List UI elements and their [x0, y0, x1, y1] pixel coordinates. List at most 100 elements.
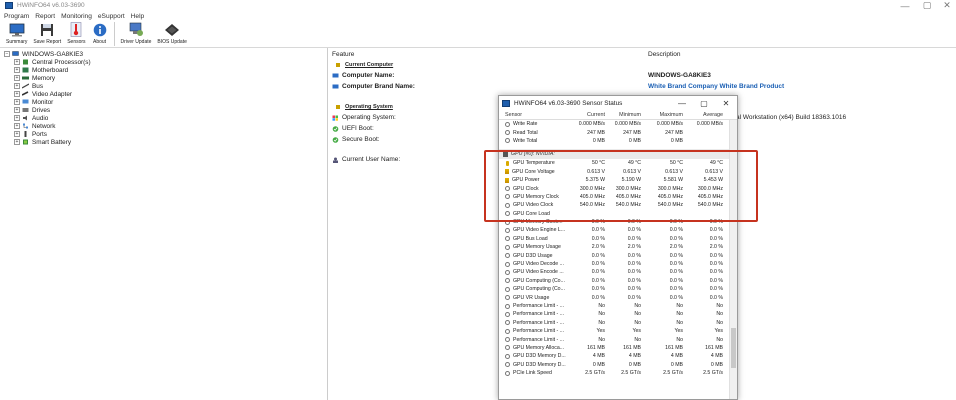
computer-name-row[interactable]: Computer Name:	[332, 72, 394, 79]
tree-item-drives[interactable]: + Drives	[14, 106, 327, 114]
sensor-row[interactable]: Performance Limit - ... Yes Yes Yes Yes	[499, 327, 737, 335]
sensor-row[interactable]: PCIe Link Speed 2.5 GT/s 2.5 GT/s 2.5 GT/s 2…	[499, 369, 737, 377]
sensor-label: GPU VR Usage	[513, 294, 550, 301]
computer-brand-value: White Brand Company White Brand Product	[648, 83, 785, 90]
sensor-row[interactable]: Write Total 0 MB 0 MB 0 MB	[499, 137, 737, 145]
tree-item-network[interactable]: + Network	[14, 122, 327, 130]
sensor-row[interactable]: GPU Computing (Co... 0.0 % 0.0 % 0.0 % 0.0 %	[499, 285, 737, 293]
sensor-label: Write Rate	[513, 121, 538, 128]
sensor-maximum: No	[676, 311, 683, 318]
expand-icon[interactable]: +	[14, 139, 20, 145]
sensor-row[interactable]: GPU D3D Usage 0.0 % 0.0 % 0.0 % 0.0 %	[499, 251, 737, 259]
sensor-row[interactable]: Performance Limit - ... No No No No	[499, 302, 737, 310]
expand-icon[interactable]: +	[14, 115, 20, 121]
sensor-row[interactable]: GPU D3D Memory D... 4 MB 4 MB 4 MB 4 MB	[499, 352, 737, 360]
column-header-sensor[interactable]: Sensor	[499, 112, 569, 118]
operating-system-section: Operating System	[335, 104, 393, 110]
minimize-button[interactable]: —	[894, 0, 916, 11]
expand-icon[interactable]: +	[14, 107, 20, 113]
tree-item-ports[interactable]: + Ports	[14, 130, 327, 138]
current-user-row[interactable]: Current User Name:	[332, 156, 400, 163]
check-icon	[332, 136, 339, 143]
expand-icon[interactable]: +	[14, 91, 20, 97]
sensor-average: 0.000 MB/s	[696, 121, 723, 128]
computer-brand-row[interactable]: Computer Brand Name:	[332, 83, 415, 90]
tree-item-video-adapter[interactable]: + Video Adapter	[14, 90, 327, 98]
sensor-row[interactable]: GPU D3D Memory D... 0 MB 0 MB 0 MB 0 MB	[499, 361, 737, 369]
menu-help[interactable]: Help	[131, 13, 145, 20]
tree-item-motherboard[interactable]: + Motherboard	[14, 66, 327, 74]
tree-item-audio[interactable]: + Audio	[14, 114, 327, 122]
column-header-current[interactable]: Current	[569, 112, 605, 118]
sensor-row[interactable]: GPU Video Engine L... 0.0 % 0.0 % 0.0 % 0.0 …	[499, 226, 737, 234]
sensors-button[interactable]: Sensors	[64, 21, 88, 45]
column-header-minimum[interactable]: Minimum	[605, 112, 641, 118]
column-header-average[interactable]: Average	[683, 112, 723, 118]
menu-esupport[interactable]: eSupport	[98, 13, 125, 20]
description-column-header[interactable]: Description	[648, 51, 681, 58]
sensor-maximum: 161 MB	[665, 344, 683, 351]
menu-program[interactable]: Program	[4, 13, 29, 20]
sensor-row[interactable]: Performance Limit - ... No No No No	[499, 335, 737, 343]
sensor-name: Performance Limit - ...	[499, 328, 569, 334]
dialog-minimize-button[interactable]: —	[671, 96, 693, 110]
monitor-icon	[9, 22, 25, 37]
tree-item-monitor[interactable]: + Monitor	[14, 98, 327, 106]
expand-icon[interactable]: +	[14, 75, 20, 81]
expand-icon[interactable]: +	[14, 123, 20, 129]
feature-column-header[interactable]: Feature	[332, 51, 354, 58]
sensor-current: 0.0 %	[591, 235, 605, 242]
sensor-row[interactable]: GPU Computing (Co... 0.0 % 0.0 % 0.0 % 0.0 %	[499, 277, 737, 285]
expand-icon[interactable]: +	[14, 83, 20, 89]
gauge-icon	[505, 286, 510, 292]
sensor-row[interactable]: GPU Video Decode ... 0.0 % 0.0 % 0.0 % 0.0 %	[499, 260, 737, 268]
bios-update-button[interactable]: BIOS Update	[154, 21, 189, 45]
sensor-maximum: Yes	[674, 328, 683, 335]
secure-boot-label: Secure Boot:	[342, 136, 380, 143]
dialog-maximize-button[interactable]: ▢	[693, 96, 715, 110]
summary-button[interactable]: Summary	[3, 21, 30, 45]
sensor-row[interactable]: GPU Memory Usage 2.0 % 2.0 % 2.0 % 2.0 %	[499, 243, 737, 251]
scrollbar-thumb[interactable]	[731, 328, 736, 368]
expand-icon[interactable]: +	[14, 99, 20, 105]
save-report-button[interactable]: Save Report	[30, 21, 64, 45]
collapse-icon[interactable]: −	[4, 51, 10, 57]
dialog-title-bar[interactable]: HWiNFO64 v6.03-3690 Sensor Status — ▢ ✕	[499, 96, 737, 110]
sensor-maximum: 0.0 %	[669, 269, 683, 276]
sensor-current: No	[598, 336, 605, 343]
sensor-row[interactable]: GPU Bus Load 0.0 % 0.0 % 0.0 % 0.0 %	[499, 235, 737, 243]
gauge-icon	[505, 227, 510, 233]
sensor-row[interactable]: Performance Limit - ... No No No No	[499, 319, 737, 327]
expand-icon[interactable]: +	[14, 131, 20, 137]
close-button[interactable]: ✕	[936, 0, 956, 11]
tree-item-bus[interactable]: + Bus	[14, 82, 327, 90]
about-button[interactable]: About	[89, 21, 111, 45]
tree-item-label: Monitor	[32, 98, 54, 106]
sensor-row[interactable]: GPU Video Encode ... 0.0 % 0.0 % 0.0 % 0.0 %	[499, 268, 737, 276]
sensor-row[interactable]: GPU VR Usage 0.0 % 0.0 % 0.0 % 0.0 %	[499, 293, 737, 301]
tree-item-label: Drives	[32, 106, 51, 114]
driver-update-button[interactable]: Driver Update	[118, 21, 155, 45]
maximize-button[interactable]: ▢	[916, 0, 938, 11]
sensor-row[interactable]: GPU Memory Alloca... 161 MB 161 MB 161 MB 16…	[499, 344, 737, 352]
sensor-row[interactable]: Read Total 247 MB 247 MB 247 MB	[499, 128, 737, 136]
tree-item-smart-battery[interactable]: + Smart Battery	[14, 138, 327, 146]
dialog-close-button[interactable]: ✕	[715, 96, 737, 110]
tree-item-memory[interactable]: + Memory	[14, 74, 327, 82]
tree-root[interactable]: − WINDOWS-GA8KIE3	[4, 50, 327, 58]
menu-monitoring[interactable]: Monitoring	[61, 13, 92, 20]
expand-icon[interactable]: +	[14, 67, 20, 73]
sensor-current: 0.0 %	[591, 227, 605, 234]
os-row[interactable]: Operating System:	[332, 114, 396, 121]
gauge-icon	[505, 370, 510, 376]
uefi-boot-row[interactable]: UEFI Boot:	[332, 125, 374, 132]
column-header-maximum[interactable]: Maximum	[641, 112, 683, 118]
sensor-row[interactable]: Performance Limit - ... No No No No	[499, 310, 737, 318]
device-tree: − WINDOWS-GA8KIE3 + Central Processor(s) …	[0, 48, 328, 400]
sensor-current: 161 MB	[587, 344, 605, 351]
secure-boot-row[interactable]: Secure Boot:	[332, 136, 380, 143]
sensor-row[interactable]: Write Rate 0.000 MB/s 0.000 MB/s 0.000 MB/s…	[499, 120, 737, 128]
menu-report[interactable]: Report	[35, 13, 55, 20]
tree-item-cpu[interactable]: + Central Processor(s)	[14, 58, 327, 66]
expand-icon[interactable]: +	[14, 59, 20, 65]
